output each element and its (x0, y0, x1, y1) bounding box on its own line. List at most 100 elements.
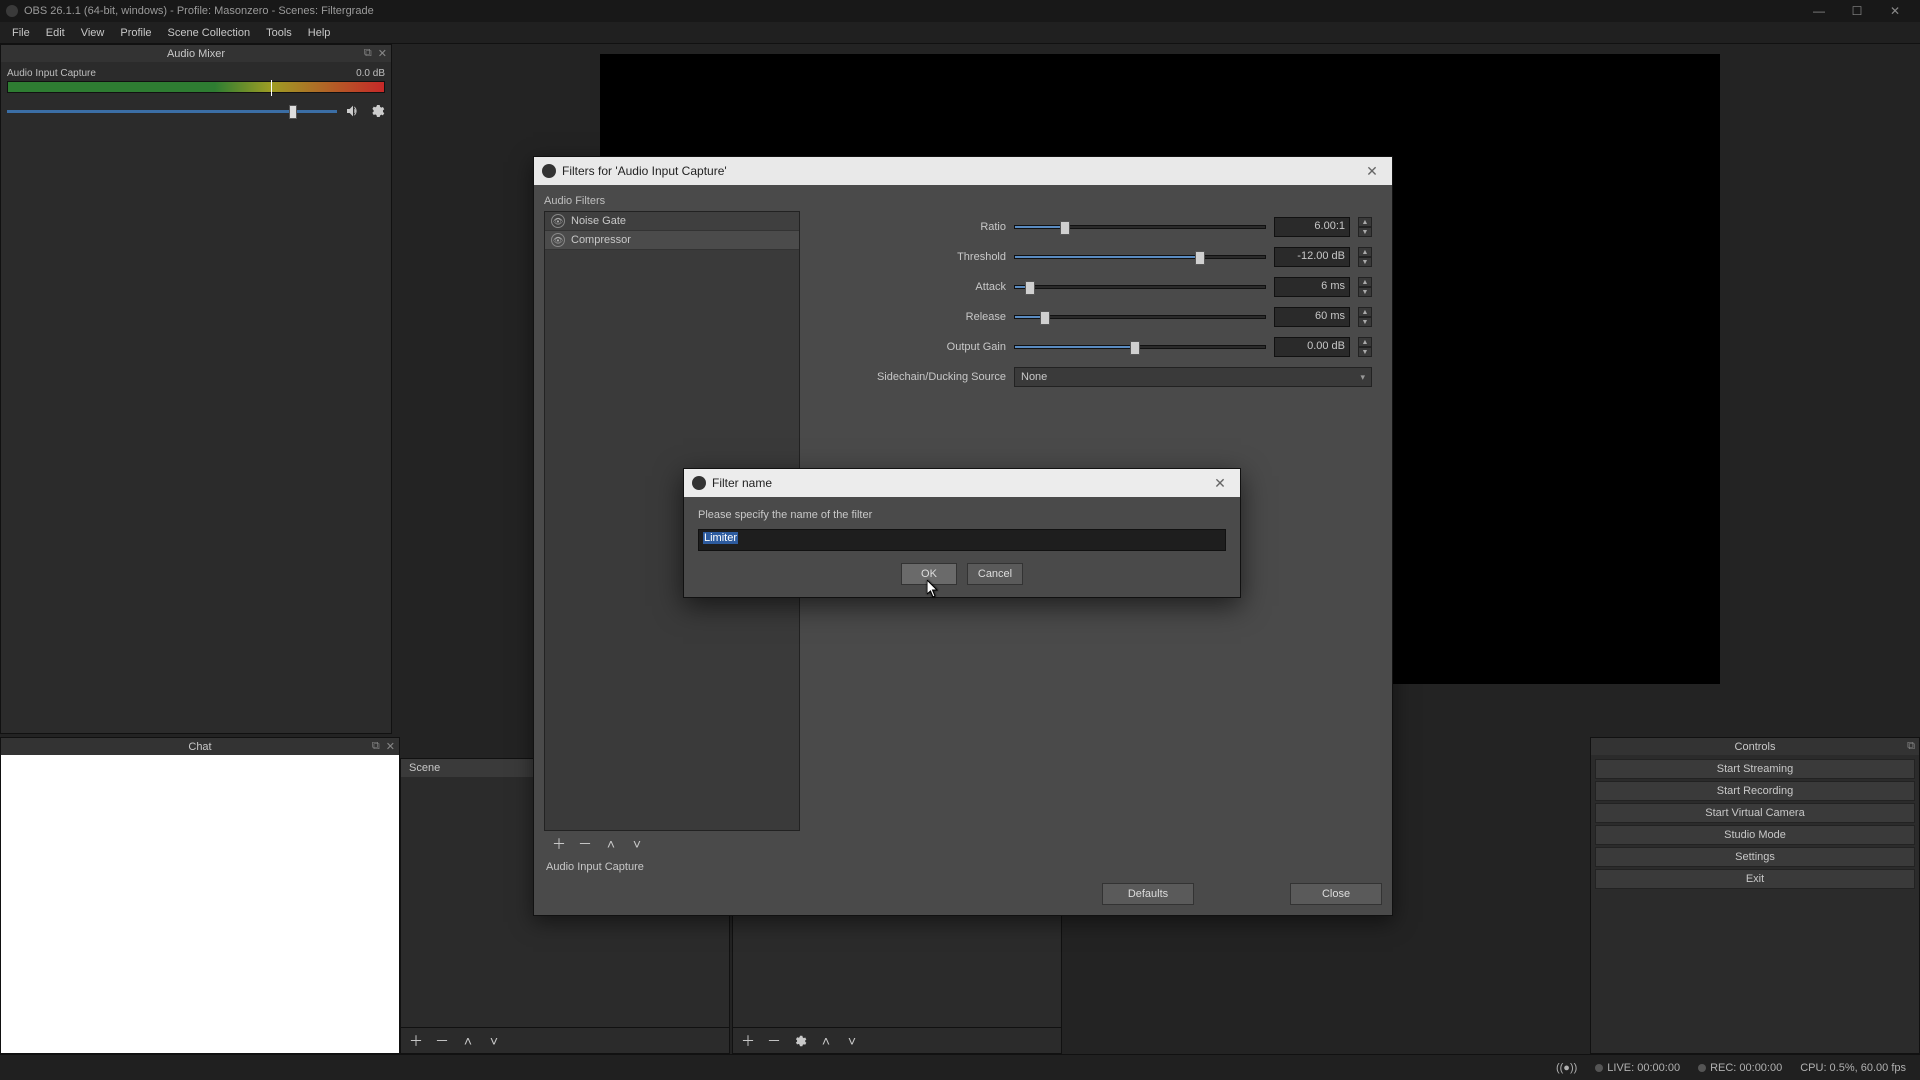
add-filter-button[interactable]: ＋ (550, 835, 568, 853)
filter-item-compressor[interactable]: 👁 Compressor (545, 231, 799, 250)
move-filter-up-button[interactable]: ˄ (602, 835, 620, 853)
spin-up-icon[interactable]: ▲ (1358, 217, 1372, 227)
move-source-down-button[interactable]: ˅ (843, 1032, 861, 1050)
filter-name-input[interactable]: Limiter (698, 529, 1226, 551)
release-slider[interactable] (1014, 315, 1266, 319)
spin-up-icon[interactable]: ▲ (1358, 247, 1372, 257)
remove-scene-button[interactable]: － (433, 1032, 451, 1050)
filter-name-titlebar[interactable]: Filter name ✕ (684, 469, 1240, 497)
gear-icon[interactable] (369, 103, 385, 119)
volume-slider[interactable] (7, 110, 337, 113)
release-value[interactable]: 60 ms (1274, 307, 1350, 327)
menu-help[interactable]: Help (300, 24, 339, 42)
filters-dialog-close-button[interactable]: ✕ (1360, 163, 1384, 180)
settings-button[interactable]: Settings (1595, 847, 1915, 867)
remove-filter-button[interactable]: － (576, 835, 594, 853)
audio-mixer-title[interactable]: Audio Mixer ⧉ ✕ (1, 45, 391, 62)
output-gain-slider[interactable] (1014, 345, 1266, 349)
filter-item-noise-gate[interactable]: 👁 Noise Gate (545, 212, 799, 231)
chat-body[interactable] (1, 755, 399, 1053)
menu-bar: File Edit View Profile Scene Collection … (0, 22, 1920, 44)
controls-title[interactable]: Controls ⧉ (1591, 738, 1919, 755)
status-bar: ((●)) LIVE: 00:00:00 REC: 00:00:00 CPU: … (0, 1054, 1920, 1080)
menu-file[interactable]: File (4, 24, 38, 42)
window-titlebar: OBS 26.1.1 (64-bit, windows) - Profile: … (0, 0, 1920, 22)
spin-up-icon[interactable]: ▲ (1358, 277, 1372, 287)
dock-popout-icon[interactable]: ⧉ (1907, 740, 1915, 753)
live-indicator-icon (1595, 1064, 1603, 1072)
filters-source-label: Audio Input Capture (544, 857, 1382, 877)
threshold-value[interactable]: -12.00 dB (1274, 247, 1350, 267)
chat-title[interactable]: Chat ⧉ ✕ (1, 738, 399, 755)
scenes-toolbar: ＋ － ˄ ˅ (401, 1027, 729, 1053)
menu-edit[interactable]: Edit (38, 24, 73, 42)
dock-close-icon[interactable]: ✕ (386, 740, 395, 753)
speaker-icon[interactable] (345, 103, 361, 119)
broadcast-icon: ((●)) (1556, 1062, 1577, 1074)
exit-button[interactable]: Exit (1595, 869, 1915, 889)
audio-filters-label: Audio Filters (544, 195, 1382, 207)
close-window-button[interactable]: ✕ (1876, 0, 1914, 22)
cancel-button[interactable]: Cancel (967, 563, 1023, 585)
output-gain-label: Output Gain (816, 341, 1006, 353)
menu-tools[interactable]: Tools (258, 24, 300, 42)
filter-name-title: Filter name (712, 476, 772, 490)
add-source-button[interactable]: ＋ (739, 1032, 757, 1050)
spin-up-icon[interactable]: ▲ (1358, 307, 1372, 317)
ratio-label: Ratio (816, 221, 1006, 233)
spin-down-icon[interactable]: ▼ (1358, 287, 1372, 297)
controls-dock: Controls ⧉ Start Streaming Start Recordi… (1590, 737, 1920, 1054)
defaults-button[interactable]: Defaults (1102, 883, 1194, 905)
menu-scene-collection[interactable]: Scene Collection (160, 24, 259, 42)
visibility-toggle-icon[interactable]: 👁 (551, 214, 565, 228)
move-scene-down-button[interactable]: ˅ (485, 1032, 503, 1050)
visibility-toggle-icon[interactable]: 👁 (551, 233, 565, 247)
filter-name-close-button[interactable]: ✕ (1208, 475, 1232, 492)
move-scene-up-button[interactable]: ˄ (459, 1032, 477, 1050)
filters-dialog-titlebar[interactable]: Filters for 'Audio Input Capture' ✕ (534, 157, 1392, 185)
sidechain-select[interactable]: None ▾ (1014, 367, 1372, 387)
spin-down-icon[interactable]: ▼ (1358, 317, 1372, 327)
start-streaming-button[interactable]: Start Streaming (1595, 759, 1915, 779)
chat-dock: Chat ⧉ ✕ (0, 737, 400, 1054)
sidechain-value: None (1021, 371, 1047, 383)
spin-down-icon[interactable]: ▼ (1358, 257, 1372, 267)
start-recording-button[interactable]: Start Recording (1595, 781, 1915, 801)
menu-profile[interactable]: Profile (112, 24, 159, 42)
ratio-slider[interactable] (1014, 225, 1266, 229)
spin-down-icon[interactable]: ▼ (1358, 347, 1372, 357)
studio-mode-button[interactable]: Studio Mode (1595, 825, 1915, 845)
dock-popout-icon[interactable]: ⧉ (372, 740, 380, 753)
threshold-label: Threshold (816, 251, 1006, 263)
move-filter-down-button[interactable]: ˅ (628, 835, 646, 853)
start-virtual-camera-button[interactable]: Start Virtual Camera (1595, 803, 1915, 823)
attack-slider[interactable] (1014, 285, 1266, 289)
add-scene-button[interactable]: ＋ (407, 1032, 425, 1050)
minimize-button[interactable]: — (1800, 0, 1838, 22)
audio-mixer-dock: Audio Mixer ⧉ ✕ Audio Input Capture 0.0 … (0, 44, 392, 734)
threshold-slider[interactable] (1014, 255, 1266, 259)
spin-down-icon[interactable]: ▼ (1358, 227, 1372, 237)
close-filters-button[interactable]: Close (1290, 883, 1382, 905)
obs-logo-icon (6, 5, 18, 17)
filter-name-prompt: Please specify the name of the filter (698, 509, 1226, 521)
filter-name-dialog: Filter name ✕ Please specify the name of… (683, 468, 1241, 598)
source-properties-button[interactable] (791, 1032, 809, 1050)
filter-item-label: Noise Gate (571, 215, 626, 227)
move-source-up-button[interactable]: ˄ (817, 1032, 835, 1050)
remove-source-button[interactable]: － (765, 1032, 783, 1050)
obs-logo-icon (542, 164, 556, 178)
output-gain-value[interactable]: 0.00 dB (1274, 337, 1350, 357)
chevron-down-icon: ▾ (1360, 372, 1365, 383)
window-title: OBS 26.1.1 (64-bit, windows) - Profile: … (24, 5, 374, 17)
filter-name-input-value: Limiter (703, 532, 738, 544)
ok-button[interactable]: OK (901, 563, 957, 585)
ratio-value[interactable]: 6.00:1 (1274, 217, 1350, 237)
menu-view[interactable]: View (73, 24, 113, 42)
attack-value[interactable]: 6 ms (1274, 277, 1350, 297)
dock-popout-icon[interactable]: ⧉ (364, 47, 372, 60)
spin-up-icon[interactable]: ▲ (1358, 337, 1372, 347)
volume-slider-row (7, 103, 385, 119)
dock-close-icon[interactable]: ✕ (378, 47, 387, 60)
maximize-button[interactable]: ☐ (1838, 0, 1876, 22)
